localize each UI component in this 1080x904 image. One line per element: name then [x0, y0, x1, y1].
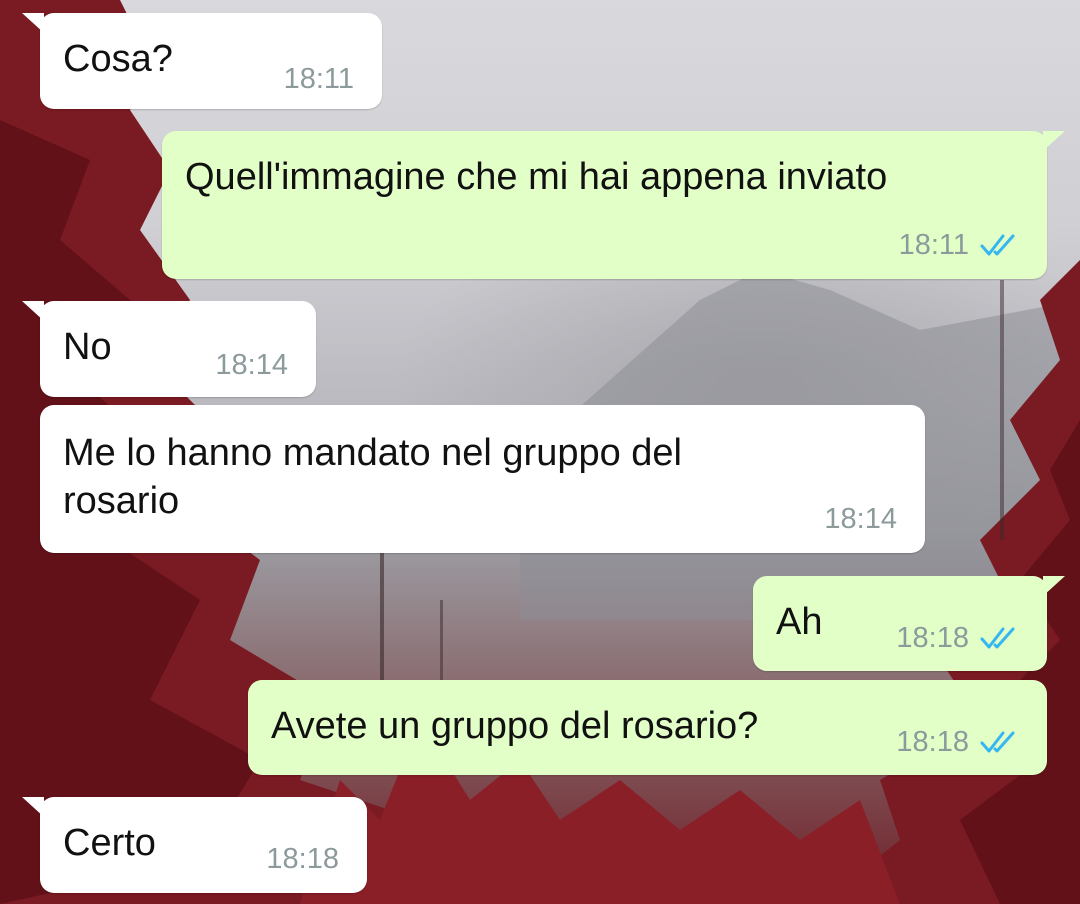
bubble-tail — [22, 13, 44, 33]
bubble-tail — [22, 797, 44, 817]
message-text: Certo — [63, 822, 156, 864]
message-meta: 18:18 — [896, 726, 1019, 758]
message-meta: 18:14 — [215, 349, 288, 381]
message-text: Ah — [776, 601, 823, 643]
message-bubble-incoming[interactable]: Certo 18:18 — [22, 797, 367, 893]
message-meta: 18:14 — [824, 503, 897, 535]
bubble-tail — [22, 301, 44, 321]
message-bubble-outgoing[interactable]: Avete un gruppo del rosario? 18:18 — [248, 680, 1047, 775]
message-meta: 18:18 — [266, 843, 339, 875]
message-text: Quell'immagine che mi hai appena inviato — [185, 156, 888, 198]
message-text: No — [63, 326, 112, 368]
message-time: 18:11 — [283, 63, 354, 95]
message-meta: 18:11 — [284, 63, 354, 95]
message-meta: 18:18 — [896, 622, 1019, 654]
message-bubble-incoming[interactable]: No 18:14 — [22, 301, 316, 397]
message-text: Me lo hanno mandato nel gruppo del rosar… — [63, 432, 683, 522]
message-time: 18:18 — [896, 622, 969, 654]
bubble-tail — [1043, 576, 1065, 596]
message-meta: 18:11 — [899, 229, 1019, 261]
message-bubble-incoming[interactable]: Me lo hanno mandato nel gruppo del rosar… — [40, 405, 925, 553]
message-time: 18:14 — [824, 503, 897, 535]
message-list[interactable]: Cosa? 18:11 Quell'immagine che mi hai ap… — [0, 0, 1080, 904]
message-time: 18:14 — [215, 349, 288, 381]
message-text: Avete un gruppo del rosario? — [271, 705, 759, 747]
message-bubble-incoming[interactable]: Cosa? 18:11 — [22, 13, 382, 109]
double-check-icon — [980, 731, 1015, 753]
bubble-tail — [1043, 131, 1065, 151]
message-bubble-outgoing[interactable]: Ah 18:18 — [753, 576, 1065, 671]
message-bubble-outgoing[interactable]: Quell'immagine che mi hai appena inviato… — [162, 131, 1065, 279]
double-check-icon — [980, 234, 1015, 256]
double-check-icon — [980, 627, 1015, 649]
message-text: Cosa? — [63, 38, 173, 80]
message-time: 18:11 — [898, 229, 969, 261]
message-time: 18:18 — [266, 843, 339, 875]
message-time: 18:18 — [896, 726, 969, 758]
